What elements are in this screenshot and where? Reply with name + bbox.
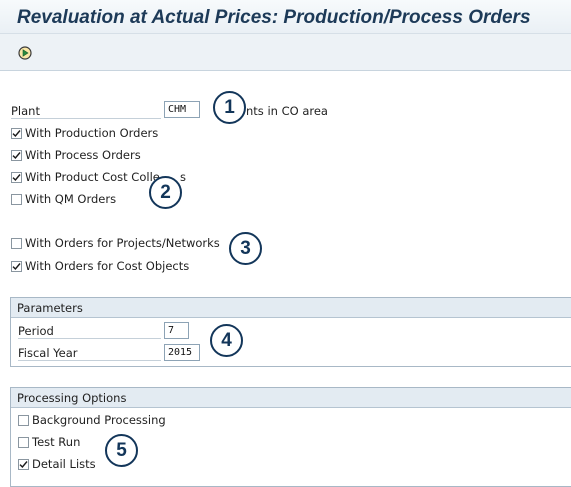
page-title: Revaluation at Actual Prices: Production… <box>17 7 531 28</box>
background-processing-label: Background Processing <box>32 413 166 427</box>
detail-lists-row: Detail Lists <box>18 457 96 471</box>
checkmark-icon <box>12 129 21 137</box>
orders-cost-objects-row: With Orders for Cost Objects <box>11 259 189 273</box>
orders-cost-objects-label: With Orders for Cost Objects <box>25 259 190 273</box>
application-toolbar <box>0 34 571 71</box>
background-processing-row: Background Processing <box>18 413 166 427</box>
product-cost-collectors-label: With Product Cost Colle <box>25 170 160 184</box>
checkmark-icon <box>12 262 21 270</box>
checkmark-icon <box>12 173 21 181</box>
detail-lists-label: Detail Lists <box>32 457 96 471</box>
test-run-row: Test Run <box>18 435 80 449</box>
fiscal-year-label-underline <box>18 360 161 361</box>
orders-projects-row: With Orders for Projects/Networks <box>11 236 220 250</box>
execute-clock-icon <box>18 46 32 60</box>
period-input[interactable]: 7 <box>164 322 189 339</box>
processing-options-header: Processing Options <box>11 388 571 408</box>
plant-suffix-row: nts in CO area <box>246 104 328 118</box>
fiscal-year-row: Fiscal Year <box>18 346 78 360</box>
test-run-checkbox[interactable] <box>18 436 29 448</box>
production-orders-checkbox[interactable] <box>11 127 22 139</box>
production-orders-row: With Production Orders <box>11 126 158 140</box>
checkmark-icon <box>12 151 21 159</box>
checkmark-icon <box>19 460 28 468</box>
plant-label-underline <box>11 118 161 119</box>
callout-2: 2 <box>149 176 182 209</box>
process-orders-checkbox[interactable] <box>11 149 22 161</box>
orders-cost-objects-checkbox[interactable] <box>11 260 22 272</box>
fiscal-year-label: Fiscal Year <box>18 346 78 360</box>
processing-options-group: Processing Options <box>10 387 571 487</box>
production-orders-label: With Production Orders <box>25 126 159 140</box>
title-bar: Revaluation at Actual Prices: Production… <box>0 0 571 34</box>
period-label: Period <box>18 324 54 338</box>
callout-1: 1 <box>213 91 246 124</box>
plant-input[interactable]: CHM <box>164 101 200 118</box>
callout-4: 4 <box>210 324 243 357</box>
callout-5: 5 <box>105 434 138 467</box>
orders-projects-checkbox[interactable] <box>11 237 22 249</box>
callout-3: 3 <box>229 232 262 265</box>
plant-suffix-text: nts in CO area <box>246 104 328 118</box>
process-orders-label: With Process Orders <box>25 148 141 162</box>
product-cost-collectors-row: With Product Cost Colle <box>11 170 160 184</box>
background-processing-checkbox[interactable] <box>18 414 29 426</box>
qm-orders-row: With QM Orders <box>11 192 116 206</box>
qm-orders-label: With QM Orders <box>25 192 117 206</box>
plant-row: Plant <box>11 104 40 118</box>
plant-label: Plant <box>11 104 40 118</box>
product-cost-collectors-checkbox[interactable] <box>11 171 22 183</box>
orders-projects-label: With Orders for Projects/Networks <box>25 236 220 250</box>
parameters-group: Parameters <box>10 297 571 367</box>
product-cost-collectors-label-tail: s <box>180 170 186 184</box>
parameters-header: Parameters <box>11 298 571 318</box>
fiscal-year-input[interactable]: 2015 <box>164 344 200 361</box>
period-label-underline <box>18 338 161 339</box>
selection-screen: Plant CHM nts in CO area With Production… <box>0 71 571 487</box>
detail-lists-checkbox[interactable] <box>18 458 29 470</box>
execute-button[interactable] <box>15 43 35 63</box>
process-orders-row: With Process Orders <box>11 148 141 162</box>
qm-orders-checkbox[interactable] <box>11 193 22 205</box>
period-row: Period <box>18 324 54 338</box>
product-cost-collectors-tail-row: s <box>180 170 186 184</box>
test-run-label: Test Run <box>32 435 81 449</box>
